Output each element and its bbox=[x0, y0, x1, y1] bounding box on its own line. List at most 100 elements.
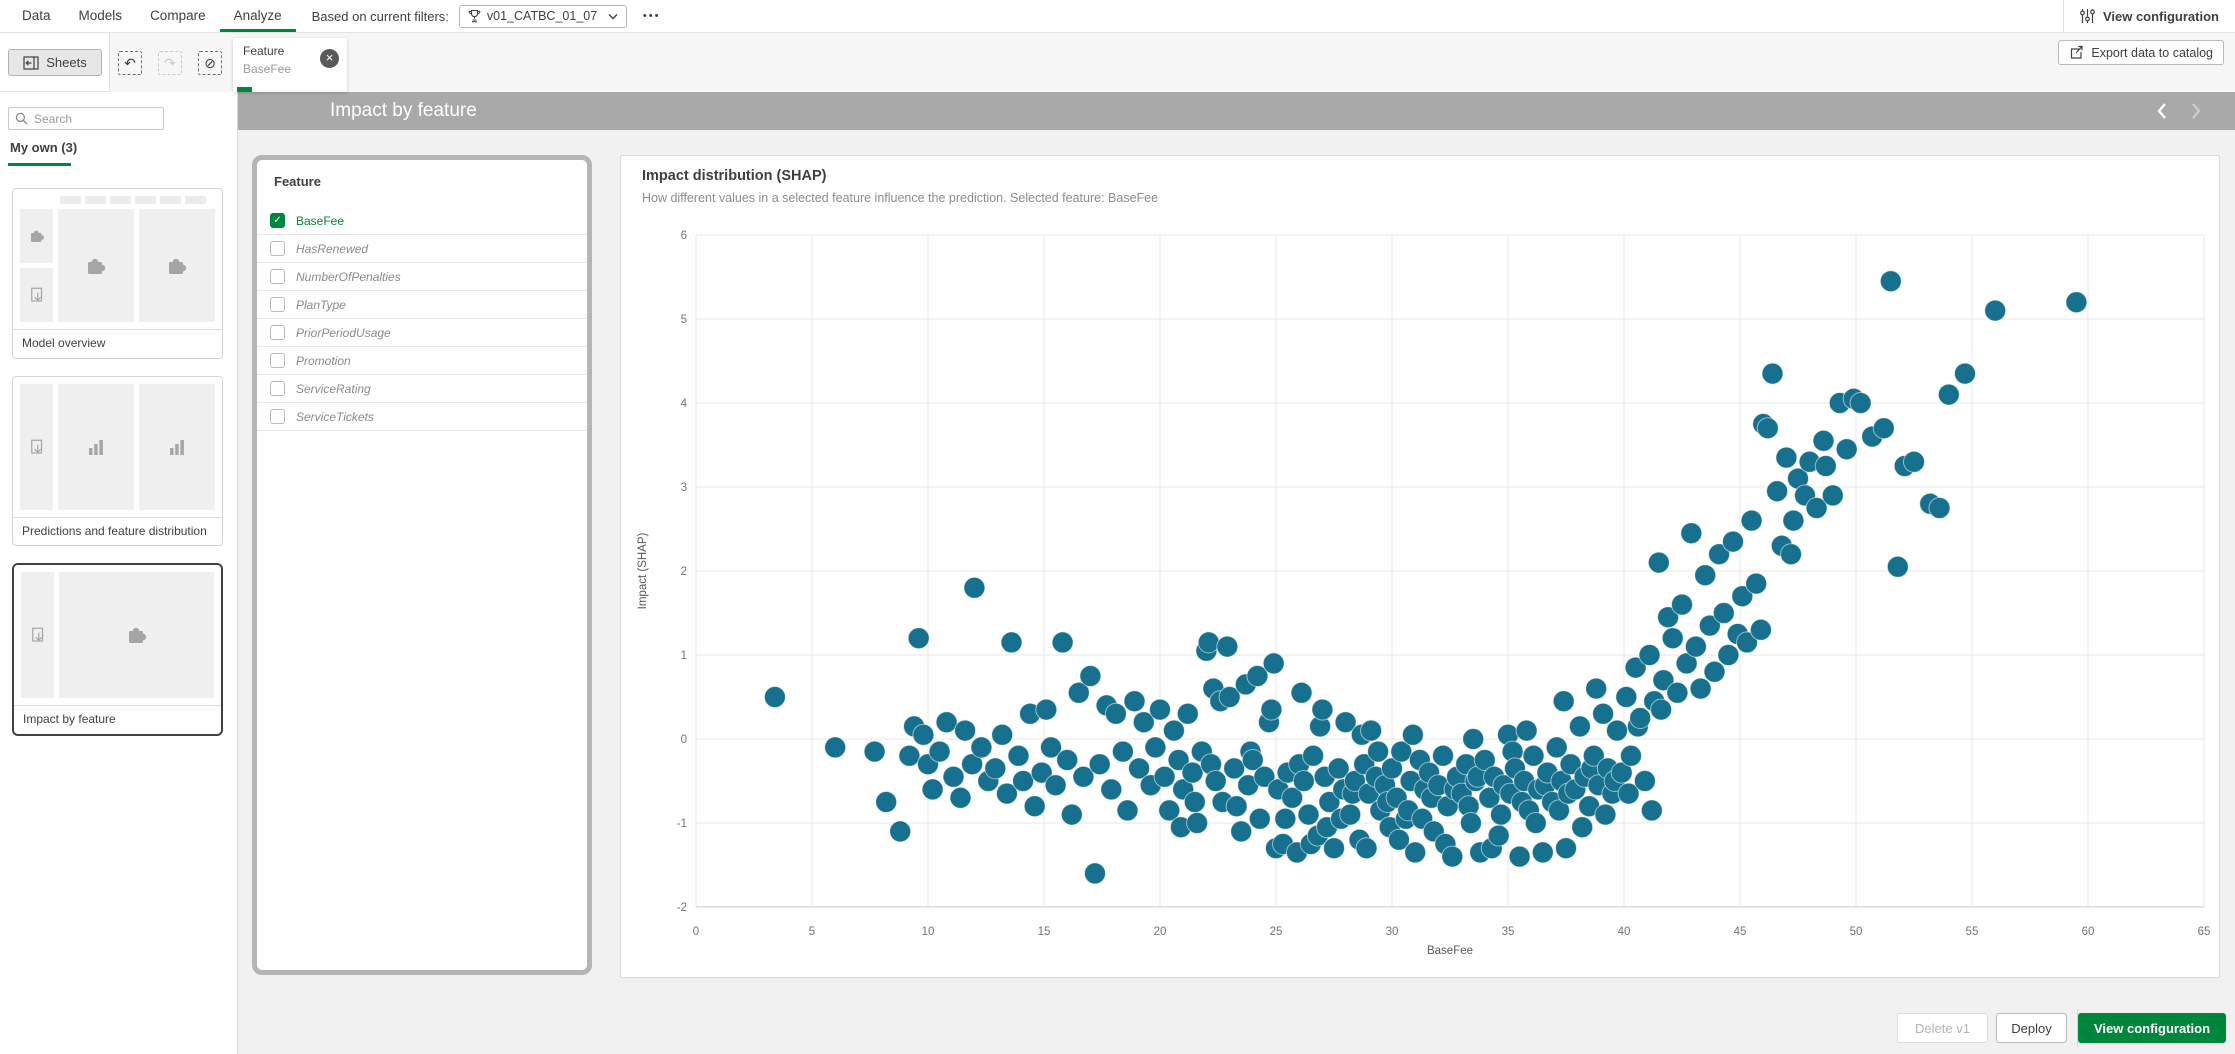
checkbox-icon[interactable] bbox=[270, 269, 285, 284]
thumbnail-side-column bbox=[20, 384, 53, 510]
sheet-thumbnail bbox=[14, 565, 221, 705]
sheet-card-title: Model overview bbox=[13, 329, 222, 358]
sheet-card-title: Impact by feature bbox=[14, 705, 221, 734]
feature-item-label: ServiceTickets bbox=[296, 410, 374, 424]
checkbox-icon[interactable] bbox=[270, 297, 285, 312]
feature-item-basefee[interactable]: ✓ BaseFee bbox=[257, 207, 587, 235]
selections-toolbar: Sheets ↶ ↷ ⊘ Feature BaseFee × Export da… bbox=[0, 33, 2235, 92]
more-options-button[interactable]: ••• bbox=[639, 6, 665, 26]
feature-item-label: BaseFee bbox=[296, 214, 344, 228]
checkbox-icon[interactable] bbox=[270, 241, 285, 256]
previous-sheet-icon[interactable] bbox=[2153, 101, 2173, 121]
sheet-card-list: Model overview Predictions and feature di… bbox=[12, 188, 223, 753]
svg-text:30: 30 bbox=[1386, 926, 1399, 938]
svg-text:2: 2 bbox=[681, 566, 687, 578]
sheet-card-title: Predictions and feature distribution bbox=[13, 517, 222, 546]
x-axis-label: BaseFee bbox=[1427, 945, 1473, 957]
feature-item-priorperiodusage[interactable]: PriorPeriodUsage bbox=[257, 319, 587, 347]
thumbnail-panel bbox=[59, 572, 214, 698]
export-data-button[interactable]: Export data to catalog bbox=[2058, 40, 2224, 65]
checkbox-icon[interactable] bbox=[270, 353, 285, 368]
feature-item-plantype[interactable]: PlanType bbox=[257, 291, 587, 319]
view-configuration-button[interactable]: View configuration bbox=[2078, 1013, 2226, 1043]
tab-models[interactable]: Models bbox=[65, 0, 137, 32]
feature-item-promotion[interactable]: Promotion bbox=[257, 347, 587, 375]
feature-item-label: PriorPeriodUsage bbox=[296, 326, 391, 340]
kpi-chip bbox=[85, 196, 106, 204]
search-input[interactable] bbox=[34, 112, 157, 126]
svg-text:6: 6 bbox=[681, 230, 687, 242]
svg-text:60: 60 bbox=[2082, 926, 2095, 938]
selection-chip-close-icon[interactable]: × bbox=[320, 49, 339, 68]
kpi-chip-row bbox=[20, 196, 215, 204]
section-my-own[interactable]: My own (3) bbox=[10, 140, 77, 155]
feature-item-label: Promotion bbox=[296, 354, 351, 368]
section-active-underline bbox=[8, 163, 71, 166]
redo-selection-icon[interactable]: ↷ bbox=[158, 51, 182, 75]
sheet-card-model-overview[interactable]: Model overview bbox=[12, 188, 223, 359]
trophy-icon bbox=[468, 9, 481, 23]
svg-text:-2: -2 bbox=[677, 902, 687, 914]
selection-chip-value: BaseFee bbox=[243, 62, 291, 76]
kpi-chip bbox=[185, 196, 206, 204]
feature-item-label: HasRenewed bbox=[296, 242, 368, 256]
automl-analyze-page: DataModelsCompareAnalyze Based on curren… bbox=[0, 0, 2235, 1054]
svg-text:15: 15 bbox=[1038, 926, 1051, 938]
view-configuration-top-label: View configuration bbox=[2103, 9, 2219, 24]
feature-item-label: ServiceRating bbox=[296, 382, 371, 396]
clear-selections-icon[interactable]: ⊘ bbox=[198, 51, 222, 75]
svg-text:0: 0 bbox=[693, 926, 699, 938]
deploy-button[interactable]: Deploy bbox=[1996, 1013, 2067, 1043]
model-version-dropdown[interactable]: v01_CATBC_01_07 bbox=[459, 5, 627, 28]
feature-item-servicetickets[interactable]: ServiceTickets bbox=[257, 403, 587, 431]
tab-data[interactable]: Data bbox=[8, 0, 65, 32]
scatter-points[interactable] bbox=[764, 271, 2086, 884]
feature-item-numberofpenalties[interactable]: NumberOfPenalties bbox=[257, 263, 587, 291]
feature-item-hasrenewed[interactable]: HasRenewed bbox=[257, 235, 587, 263]
filters-zone: Based on current filters: v01_CATBC_01_0… bbox=[312, 0, 665, 32]
checkbox-icon[interactable] bbox=[270, 409, 285, 424]
sliders-icon bbox=[2080, 8, 2095, 24]
thumbnail-panel bbox=[58, 209, 134, 322]
top-nav: DataModelsCompareAnalyze Based on curren… bbox=[0, 0, 2235, 33]
undo-selection-icon[interactable]: ↶ bbox=[118, 51, 142, 75]
svg-text:10: 10 bbox=[922, 926, 935, 938]
svg-text:65: 65 bbox=[2198, 926, 2211, 938]
thumbnail-tile bbox=[20, 209, 53, 263]
svg-text:1: 1 bbox=[681, 650, 687, 662]
thumbnail-body bbox=[20, 384, 215, 510]
export-icon bbox=[2069, 45, 2084, 60]
search-icon bbox=[15, 112, 28, 125]
tab-compare[interactable]: Compare bbox=[136, 0, 220, 32]
svg-text:5: 5 bbox=[681, 314, 687, 326]
checkbox-icon[interactable] bbox=[270, 381, 285, 396]
topnav-spacer bbox=[664, 0, 2062, 32]
sheet-search[interactable] bbox=[8, 107, 164, 130]
tab-analyze[interactable]: Analyze bbox=[220, 0, 296, 32]
thumbnail-tile bbox=[20, 268, 53, 322]
thumbnail-body bbox=[21, 572, 214, 698]
chevron-down-icon bbox=[608, 13, 618, 20]
kpi-chip bbox=[160, 196, 181, 204]
svg-text:50: 50 bbox=[1850, 926, 1863, 938]
feature-item-label: NumberOfPenalties bbox=[296, 270, 401, 284]
feature-panel-title: Feature bbox=[257, 160, 587, 189]
delete-version-button[interactable]: Delete v1 bbox=[1897, 1013, 1988, 1043]
sheets-panel-icon bbox=[23, 56, 39, 70]
puzzle-icon bbox=[84, 254, 108, 278]
checkbox-checked-icon[interactable]: ✓ bbox=[270, 213, 285, 228]
shap-scatter-plot[interactable]: 05101520253035404550556065-2-10123456Bas… bbox=[621, 156, 2219, 977]
sheet-card-impact-by-feature[interactable]: Impact by feature bbox=[12, 563, 223, 736]
checkbox-icon[interactable] bbox=[270, 325, 285, 340]
feature-filter-panel: Feature ✓ BaseFee HasRenewed NumberOfPenalt… bbox=[252, 155, 592, 975]
svg-text:25: 25 bbox=[1270, 926, 1283, 938]
sheets-button[interactable]: Sheets bbox=[8, 49, 102, 76]
view-configuration-top-button[interactable]: View configuration bbox=[2063, 0, 2235, 32]
svg-text:45: 45 bbox=[1734, 926, 1747, 938]
sheet-card-predictions-and-feature-distribution[interactable]: Predictions and feature distribution bbox=[12, 376, 223, 547]
sheet-title: Impact by feature bbox=[330, 100, 477, 122]
selection-chip-feature[interactable]: Feature BaseFee × bbox=[233, 38, 347, 92]
svg-text:0: 0 bbox=[681, 734, 687, 746]
next-sheet-icon[interactable] bbox=[2185, 101, 2205, 121]
feature-item-servicerating[interactable]: ServiceRating bbox=[257, 375, 587, 403]
